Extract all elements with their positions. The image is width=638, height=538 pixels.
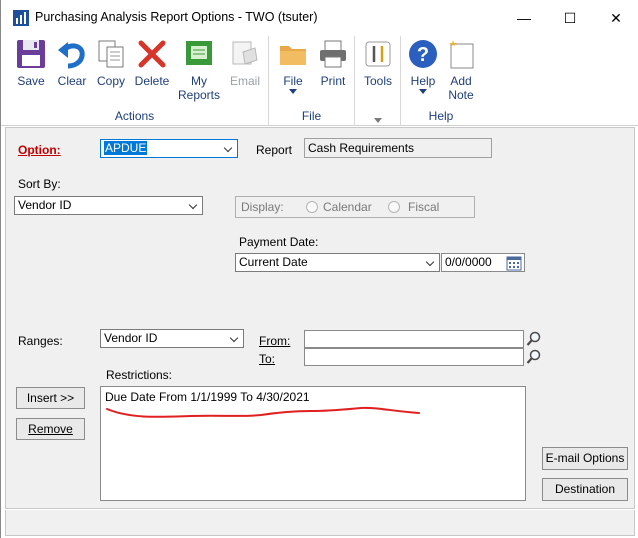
tools-group-expand[interactable] xyxy=(355,117,400,123)
copy-button[interactable]: Copy xyxy=(93,38,129,88)
ranges-label: Ranges: xyxy=(18,334,63,348)
payment-date-dropdown[interactable]: Current Date xyxy=(235,253,440,272)
form-panel: Option: APDUE Report Cash Requirements S… xyxy=(5,127,635,509)
destination-button[interactable]: Destination xyxy=(542,478,628,501)
svg-text:?: ? xyxy=(417,44,429,66)
email-label: Email xyxy=(229,74,260,88)
to-label: To: xyxy=(259,352,276,366)
payment-date-label: Payment Date: xyxy=(239,235,319,249)
ranges-value: Vendor ID xyxy=(104,331,158,345)
option-label: Option: xyxy=(18,143,61,157)
undo-arrow-icon xyxy=(58,42,85,69)
delete-label: Delete xyxy=(134,74,170,88)
sort-by-value: Vendor ID xyxy=(18,198,72,212)
option-dropdown[interactable]: APDUE xyxy=(100,139,238,158)
title-bar: Purchasing Analysis Report Options - TWO… xyxy=(1,0,638,36)
chevron-down-icon xyxy=(223,143,233,153)
close-button[interactable]: ✕ xyxy=(593,0,638,36)
my-reports-label-2: Reports xyxy=(177,88,221,102)
chevron-down-icon xyxy=(289,89,297,94)
clear-label: Clear xyxy=(57,74,87,88)
copy-icon xyxy=(98,40,124,68)
calendar-icon[interactable] xyxy=(506,255,522,271)
from-field[interactable] xyxy=(304,330,524,348)
from-lookup-icon[interactable] xyxy=(526,331,542,347)
window-title: Purchasing Analysis Report Options - TWO… xyxy=(35,10,318,24)
report-label: Report xyxy=(256,143,293,157)
help-button[interactable]: ? Help xyxy=(405,38,441,94)
chevron-down-icon xyxy=(419,89,427,94)
ribbon-group-actions: Save Clear Copy Delete My Reports Email … xyxy=(1,36,269,126)
printer-icon xyxy=(320,40,346,68)
payment-date-field[interactable]: 0/0/0000 xyxy=(441,253,525,272)
chevron-down-icon xyxy=(229,333,239,343)
chevron-down-icon xyxy=(188,200,198,210)
copy-label: Copy xyxy=(96,74,125,88)
maximize-button[interactable]: ☐ xyxy=(547,0,593,36)
floppy-disk-icon xyxy=(17,40,45,68)
help-group-label: Help xyxy=(428,109,454,123)
file-label: File xyxy=(283,74,303,88)
delete-x-icon xyxy=(138,40,166,68)
clear-button[interactable]: Clear xyxy=(53,38,91,88)
my-reports-label: My xyxy=(191,74,207,88)
sort-by-dropdown[interactable]: Vendor ID xyxy=(14,196,203,215)
option-value: APDUE xyxy=(104,141,148,155)
ranges-dropdown[interactable]: Vendor ID xyxy=(100,329,244,348)
chevron-down-icon xyxy=(425,257,435,267)
ribbon-group-help: ? Help Add Note Help xyxy=(401,36,481,126)
payment-date-value: Current Date xyxy=(239,255,308,269)
status-bar xyxy=(5,510,635,536)
add-note-button[interactable]: Add Note xyxy=(443,38,479,102)
ribbon: Save Clear Copy Delete My Reports Email … xyxy=(1,36,638,126)
tools-icon xyxy=(365,41,391,67)
to-field[interactable] xyxy=(304,348,524,366)
delete-button[interactable]: Delete xyxy=(133,38,171,88)
my-reports-icon xyxy=(186,41,212,65)
remove-button[interactable]: Remove xyxy=(16,418,85,440)
email-button[interactable]: Email xyxy=(227,38,263,88)
display-calendar-label: Calendar xyxy=(323,200,372,214)
file-group-label: File xyxy=(301,109,322,123)
app-chart-icon xyxy=(13,10,29,26)
help-label: Help xyxy=(410,74,436,88)
from-label: From: xyxy=(259,334,291,348)
minimize-button[interactable]: — xyxy=(501,0,547,36)
red-underline-annotation xyxy=(106,406,420,418)
display-group: Display: Calendar Fiscal xyxy=(235,196,475,218)
email-icon xyxy=(232,41,258,65)
ribbon-group-file: File Print File xyxy=(269,36,355,126)
add-note-icon xyxy=(449,40,474,69)
payment-date-date: 0/0/0000 xyxy=(445,255,492,269)
add-note-label-2: Note xyxy=(448,88,474,102)
display-calendar-radio[interactable] xyxy=(306,201,318,213)
tools-button[interactable]: Tools xyxy=(359,38,397,88)
insert-button[interactable]: Insert >> xyxy=(16,387,85,409)
ribbon-group-tools: Tools xyxy=(355,36,401,126)
restrictions-list[interactable]: Due Date From 1/1/1999 To 4/30/2021 xyxy=(100,386,526,501)
save-label: Save xyxy=(17,74,45,88)
my-reports-button[interactable]: My Reports xyxy=(177,38,221,102)
file-menu-button[interactable]: File xyxy=(275,38,311,94)
display-fiscal-radio[interactable] xyxy=(388,201,400,213)
sort-by-label: Sort By: xyxy=(18,177,61,191)
display-fiscal-label: Fiscal xyxy=(408,200,440,214)
help-icon: ? xyxy=(409,40,437,68)
report-options-window: Purchasing Analysis Report Options - TWO… xyxy=(0,0,638,538)
save-button[interactable]: Save xyxy=(13,38,49,88)
restrictions-label: Restrictions: xyxy=(106,368,173,382)
tools-label: Tools xyxy=(363,74,392,88)
add-note-label: Add xyxy=(450,74,472,88)
report-field: Cash Requirements xyxy=(304,138,492,158)
to-lookup-icon[interactable] xyxy=(526,349,542,365)
display-label: Display: xyxy=(241,200,284,214)
folder-icon xyxy=(280,46,306,65)
email-options-button[interactable]: E-mail Options xyxy=(542,447,628,470)
actions-group-label: Actions xyxy=(114,109,155,123)
print-button[interactable]: Print xyxy=(315,38,351,88)
print-label: Print xyxy=(320,74,346,88)
